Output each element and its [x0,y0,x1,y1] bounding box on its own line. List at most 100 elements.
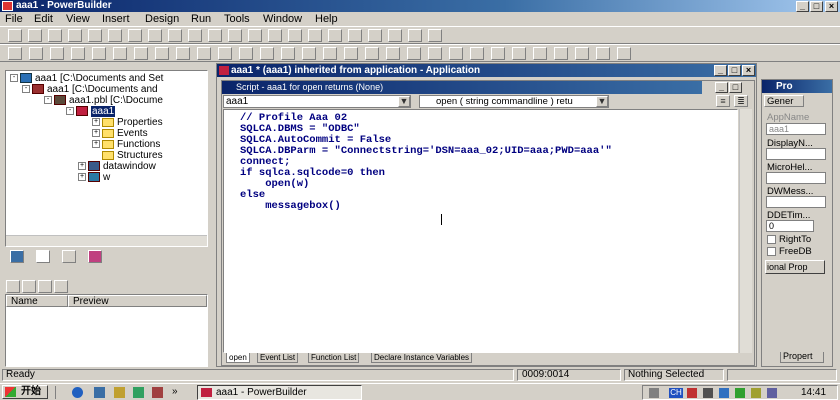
object-dropdown[interactable]: aaa1 [223,95,411,108]
tray-icon-1[interactable] [687,388,697,398]
event-dropdown[interactable]: open ( string commandline ) retu [419,95,609,108]
tray-icon-6[interactable] [767,388,777,398]
toolbar-main-icon-21[interactable] [408,29,422,42]
tab-open[interactable]: open [226,353,250,363]
painter-minimize[interactable]: _ [714,65,727,76]
collapse-icon[interactable]: - [10,74,18,83]
freedb-checkbox[interactable]: FreeDB [767,246,812,257]
toolbar-painter-icon-17[interactable] [344,47,358,60]
tab-clip[interactable] [36,250,50,263]
expand-icon[interactable]: + [92,140,100,149]
tray-icon-5[interactable] [751,388,761,398]
tray-icon-3[interactable] [719,388,729,398]
toolbar-main-icon-3[interactable] [48,29,62,42]
toolbar-painter-icon-5[interactable] [92,47,106,60]
toolbar-painter-icon-6[interactable] [113,47,127,60]
painter-maximize[interactable]: □ [728,65,741,76]
toolbar-painter-icon-22[interactable] [449,47,463,60]
toolbar-main-icon-13[interactable] [248,29,262,42]
toolbar-main-icon-7[interactable] [128,29,142,42]
toolbar-main-icon-8[interactable] [148,29,162,42]
toolbar-painter-icon-30[interactable] [617,47,631,60]
toolbar-painter-icon-24[interactable] [491,47,505,60]
toolbar-painter-icon-1[interactable] [8,47,22,60]
displayname-field[interactable] [766,148,826,160]
list-view-icon[interactable]: ≡ [716,95,730,107]
toolbar-main-icon-10[interactable] [188,29,202,42]
toolbar-painter-icon-13[interactable] [260,47,274,60]
ddetimeout-field[interactable]: 0 [766,220,814,232]
collapse-icon[interactable]: - [66,107,74,116]
tree-target[interactable]: - aaa1 [C:\Documents and [22,84,158,95]
toolbar-painter-icon-15[interactable] [302,47,316,60]
expand-icon[interactable]: + [92,118,100,127]
toolbar-painter-icon-27[interactable] [554,47,568,60]
menu-run[interactable]: Run [191,12,211,26]
delete-icon[interactable] [54,280,68,293]
script-editor[interactable]: // Profile Aaa 02 SQLCA.DBMS = "ODBC" SQ… [223,109,738,353]
taskbar-item-powerbuilder[interactable]: aaa1 - PowerBuilder [197,385,362,400]
menu-help[interactable]: Help [315,12,338,26]
toolbar-painter-icon-23[interactable] [470,47,484,60]
toolbar-main-icon-18[interactable] [348,29,362,42]
toolbar-main-icon-22[interactable] [428,29,442,42]
toolbar-main-icon-12[interactable] [228,29,242,42]
collapse-icon[interactable]: - [44,96,52,105]
script-minimize[interactable]: _ [715,82,728,93]
menu-view[interactable]: View [66,12,90,26]
toolbar-main-icon-16[interactable] [308,29,322,42]
toolbar-main-icon-9[interactable] [168,29,182,42]
maximize-button[interactable]: □ [810,1,823,12]
toolbar-painter-icon-11[interactable] [218,47,232,60]
col-preview[interactable]: Preview [68,295,207,307]
toolbar-main-icon-15[interactable] [288,29,302,42]
painter-close[interactable]: × [742,65,755,76]
microhelp-field[interactable] [766,172,826,184]
quicklaunch-icon[interactable] [114,387,125,398]
toolbar-painter-icon-16[interactable] [323,47,337,60]
toolbar-painter-icon-7[interactable] [134,47,148,60]
clip-icon[interactable] [6,280,20,293]
toolbar-painter-icon-28[interactable] [575,47,589,60]
tab-event-list[interactable]: Event List [257,353,299,363]
toolbar-main-icon-11[interactable] [208,29,222,42]
tab-declare-instance[interactable]: Declare Instance Variables [371,353,473,363]
show-desktop-icon[interactable] [94,387,105,398]
toolbar-painter-icon-8[interactable] [155,47,169,60]
toolbar-painter-icon-14[interactable] [281,47,295,60]
menu-window[interactable]: Window [263,12,302,26]
toolbar-main-icon-6[interactable] [108,29,122,42]
tab-output[interactable] [62,250,76,263]
tree-app[interactable]: - aaa1 [66,106,116,117]
toolbar-main-icon-1[interactable] [8,29,22,42]
tree-hscrollbar[interactable] [6,235,207,246]
toolbar-painter-icon-12[interactable] [239,47,253,60]
tree-datawindow[interactable]: + datawindow [78,161,156,172]
browser-icon[interactable] [72,387,83,398]
tab-function-list[interactable]: Function List [308,353,360,363]
tab-properties[interactable]: Propert [780,352,824,363]
menu-tools[interactable]: Tools [224,12,250,26]
toolbar-main-icon-14[interactable] [268,29,282,42]
toolbar-painter-icon-9[interactable] [176,47,190,60]
paste-icon[interactable] [38,280,52,293]
toolbar-painter-icon-4[interactable] [71,47,85,60]
copy-icon[interactable] [22,280,36,293]
chevron-down-icon[interactable]: ▼ [398,96,410,107]
close-button[interactable]: × [825,1,838,12]
quicklaunch-icon-3[interactable] [152,387,163,398]
tab-system-tree[interactable] [10,250,24,263]
script-maximize[interactable]: □ [729,82,742,93]
tree-w[interactable]: + w [78,172,110,183]
toolbar-main-icon-2[interactable] [28,29,42,42]
toolbar-main-icon-19[interactable] [368,29,382,42]
toolbar-painter-icon-18[interactable] [365,47,379,60]
toolbar-main-icon-17[interactable] [328,29,342,42]
input-method-icon[interactable]: CH [669,388,683,398]
expand-icon[interactable]: + [78,162,86,171]
toolbar-painter-icon-21[interactable] [428,47,442,60]
expand-icon[interactable]: + [92,129,100,138]
menu-insert[interactable]: Insert [102,12,130,26]
tray-icon-4[interactable] [735,388,745,398]
tray-icon-2[interactable] [703,388,713,398]
